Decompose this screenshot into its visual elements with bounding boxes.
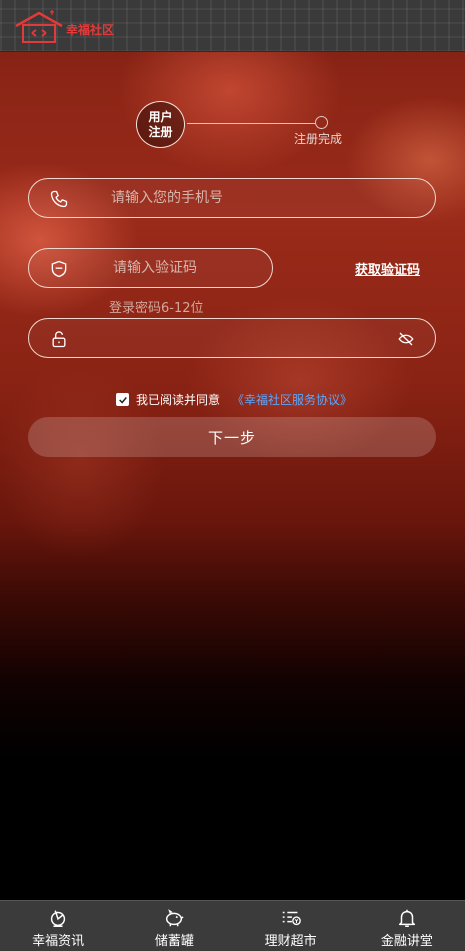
phone-placeholder: 请输入您的手机号 (111, 190, 223, 206)
phone-input[interactable]: 请输入您的手机号 (28, 178, 436, 218)
agreement-row: 我已阅读并同意 《幸福社区服务协议》 (116, 391, 352, 408)
agree-text: 我已阅读并同意 (136, 393, 221, 407)
code-input[interactable]: 请输入验证码 (28, 248, 273, 288)
bell-icon (398, 909, 415, 927)
eye-off-icon[interactable] (397, 330, 415, 348)
shield-icon (51, 260, 67, 278)
logo-text: 幸福社区 (66, 23, 115, 37)
step-complete-dot (315, 116, 328, 129)
password-hint: 登录密码6-12位 (109, 301, 204, 316)
password-input[interactable] (28, 318, 436, 358)
finance-list-icon (282, 911, 301, 926)
service-agreement-link[interactable]: 《幸福社区服务协议》 (232, 391, 352, 408)
check-icon (118, 396, 127, 404)
news-icon (50, 910, 66, 927)
phone-icon (50, 190, 68, 208)
agree-checkbox[interactable] (116, 393, 129, 406)
step2-label: 注册完成 (294, 132, 343, 146)
tab-finance-market[interactable]: 理财超市 (233, 901, 349, 951)
step1-label: 用户注册 (148, 109, 173, 139)
header-bar: 幸福社区 (0, 0, 465, 52)
step-register: 用户注册 (136, 101, 185, 148)
background (0, 0, 465, 951)
app-logo[interactable]: 幸福社区 (14, 10, 114, 44)
tab-piggy-bank-label: 储蓄罐 (154, 934, 194, 949)
step-connector (187, 123, 315, 124)
tab-news[interactable]: 幸福资讯 (0, 901, 116, 951)
get-code-button[interactable]: 获取验证码 (355, 259, 420, 278)
bottom-tab-bar: 幸福资讯 储蓄罐 理财超市 金融讲堂 (0, 900, 465, 951)
tab-finance-lecture-label: 金融讲堂 (380, 934, 433, 949)
tab-finance-lecture[interactable]: 金融讲堂 (349, 901, 465, 951)
house-logo-icon (15, 10, 63, 43)
lock-icon (52, 331, 66, 348)
next-button[interactable]: 下一步 (28, 417, 436, 457)
tab-finance-market-label: 理财超市 (264, 934, 317, 949)
code-placeholder: 请输入验证码 (113, 260, 197, 276)
tab-news-label: 幸福资讯 (32, 934, 85, 949)
piggy-bank-icon (166, 909, 184, 927)
next-button-label: 下一步 (207, 428, 256, 447)
tab-piggy-bank[interactable]: 储蓄罐 (116, 901, 232, 951)
